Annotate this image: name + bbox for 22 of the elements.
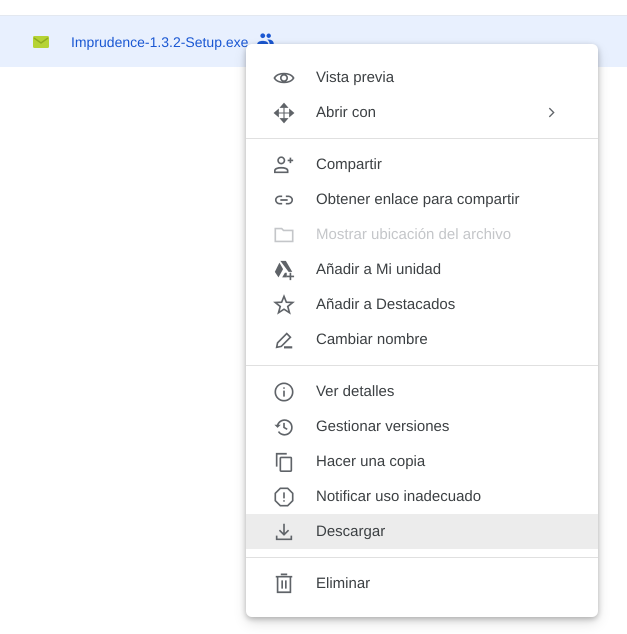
star-icon (273, 294, 295, 316)
menu-item[interactable]: Abrir con (246, 95, 598, 130)
menu-item[interactable]: Eliminar (246, 566, 598, 601)
menu-item[interactable]: Cambiar nombre (246, 322, 598, 357)
menu-item[interactable]: Añadir a Destacados (246, 287, 598, 322)
file-icon (33, 36, 49, 48)
alert-icon (273, 486, 295, 508)
menu-item[interactable]: Hacer una copia (246, 444, 598, 479)
menu-item[interactable]: Gestionar versiones (246, 409, 598, 444)
file-name: Imprudence-1.3.2-Setup.exe (71, 34, 248, 50)
add-person-icon (273, 154, 295, 176)
drive-add-icon (273, 258, 295, 280)
menu-item[interactable]: Añadir a Mi unidad (246, 252, 598, 287)
menu-item[interactable]: Compartir (246, 147, 598, 182)
info-icon (273, 380, 295, 402)
copy-icon (273, 450, 295, 472)
trash-icon (273, 572, 295, 594)
menu-item[interactable]: Descargar (246, 514, 598, 549)
menu-item[interactable]: Ver detalles (246, 374, 598, 409)
move-icon (273, 102, 295, 124)
menu-item[interactable]: Obtener enlace para compartir (246, 182, 598, 217)
menu-item[interactable]: Notificar uso inadecuado (246, 479, 598, 514)
